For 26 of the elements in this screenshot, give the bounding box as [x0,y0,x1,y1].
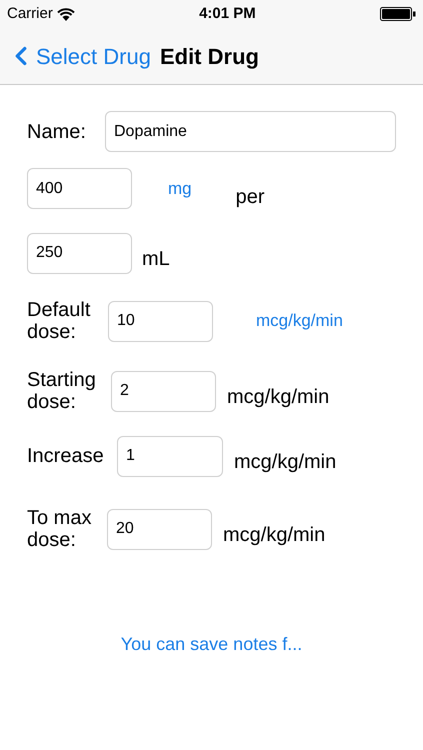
carrier-text: Carrier [7,4,53,24]
input-field[interactable]: 250 [27,232,132,274]
input-field[interactable]: 400 [27,168,132,209]
status-time: 4:01 PM [199,4,256,24]
default-dose-label: Default dose: [27,299,92,343]
per-label: per [236,185,265,210]
volume-unit-label: mL [142,247,170,272]
dose-unit-label: mcg/kg/min [234,450,336,475]
back-button[interactable]: Select Drug [10,40,151,72]
unit-link[interactable]: mg [168,176,192,202]
dose-unit-link[interactable]: mcg/kg/min [256,308,343,334]
dose-label: Increase [27,445,105,467]
input-field[interactable]: Dopamine [105,111,396,152]
dose-label: Starting dose: [27,369,97,413]
nav-title: Edit Drug [160,42,259,71]
notes-link[interactable]: You can save notes f... [120,631,302,658]
input-field[interactable]: 1 [117,436,223,476]
battery-icon [380,7,416,21]
input-field[interactable]: 10 [108,300,213,342]
input-field[interactable]: 2 [111,370,216,412]
input-field[interactable]: 20 [107,508,212,550]
name-label: Name: [27,120,87,144]
dose-unit-label: mcg/kg/min [223,523,326,548]
wifi-icon [56,8,75,20]
dose-unit-label: mcg/kg/min [227,385,330,410]
dose-label: To max dose: [27,507,92,551]
